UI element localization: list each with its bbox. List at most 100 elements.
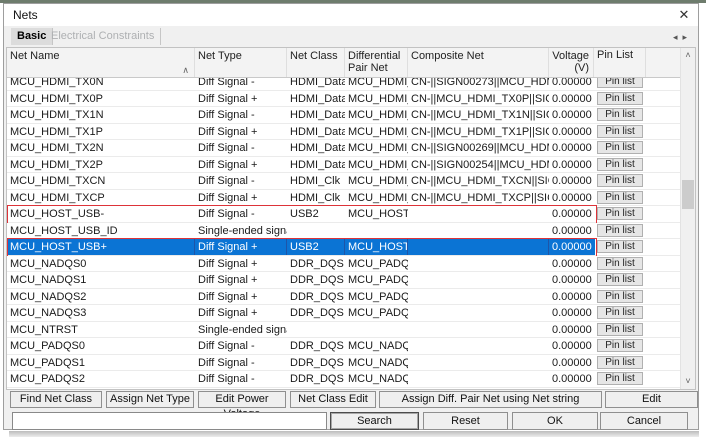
assign-net-type-button[interactable]: Assign Net Type	[106, 391, 194, 408]
close-icon[interactable]: ✕	[675, 6, 693, 24]
pin-list-button[interactable]: Pin list	[597, 207, 643, 220]
table-row[interactable]: MCU_HDMI_TX1PDiff Signal +HDMI_DataMCU_H…	[7, 124, 680, 141]
column-header-differential-pair-net[interactable]: Differential Pair Net	[345, 48, 408, 77]
cell-voltage: 0.00000	[549, 272, 594, 288]
pin-list-button[interactable]: Pin list	[597, 158, 643, 171]
cell-differential-pair-net: MCU_NADQS1	[345, 355, 408, 371]
cell-net-type: Diff Signal +	[195, 289, 287, 305]
table-row[interactable]: MCU_HDMI_TX0PDiff Signal +HDMI_DataMCU_H…	[7, 91, 680, 108]
cell-differential-pair-net: MCU_HDMI_T	[345, 78, 408, 90]
pin-list-button[interactable]: Pin list	[597, 78, 643, 88]
pin-list-button[interactable]: Pin list	[597, 290, 643, 303]
search-input[interactable]	[12, 412, 327, 430]
pin-list-button[interactable]: Pin list	[597, 372, 643, 385]
table-row[interactable]: MCU_PADQS0Diff Signal -DDR_DQSMCU_NADQS0…	[7, 338, 680, 355]
sort-ascending-icon[interactable]: ∧	[182, 64, 189, 76]
cell-net-name: MCU_NADQS3	[7, 305, 195, 321]
table-row[interactable]: MCU_HDMI_TXCNDiff Signal -HDMI_ClkMCU_HD…	[7, 173, 680, 190]
table-row[interactable]: MCU_HDMI_TX1NDiff Signal -HDMI_DataMCU_H…	[7, 107, 680, 124]
pin-list-button[interactable]: Pin list	[597, 273, 643, 286]
reset-button[interactable]: Reset	[423, 412, 508, 430]
column-header-net-name[interactable]: Net Name ∧	[7, 48, 195, 77]
table-row[interactable]: MCU_HOST_USB+Diff Signal +USB2MCU_HOST_U…	[7, 239, 680, 256]
pin-list-button[interactable]: Pin list	[597, 224, 643, 237]
tab-bar: Basic Electrical Constraints ◂▸	[4, 26, 698, 47]
table-row[interactable]: MCU_HDMI_TX2NDiff Signal -HDMI_DataMCU_H…	[7, 140, 680, 157]
cell-voltage: 0.00000	[549, 256, 594, 272]
cell-voltage: 0.00000	[549, 223, 594, 239]
column-header-voltage[interactable]: Voltage (V)	[549, 48, 594, 77]
vertical-scrollbar[interactable]: ˄ ˅	[680, 48, 695, 389]
column-header-pin-list[interactable]: Pin List	[594, 48, 646, 77]
cell-composite-net: CN-||MCU_HDMI_TX0P||SIGN002	[408, 91, 549, 107]
pin-list-button[interactable]: Pin list	[597, 257, 643, 270]
cell-net-class	[287, 322, 345, 338]
table-row[interactable]: MCU_PADQS1Diff Signal -DDR_DQSMCU_NADQS1…	[7, 355, 680, 372]
cell-composite-net: CN-||SIGN00269||MCU_HDMI_TX	[408, 140, 549, 156]
title-bar[interactable]: Nets ✕	[4, 4, 698, 26]
table-row[interactable]: MCU_HDMI_TXCPDiff Signal +HDMI_ClkMCU_HD…	[7, 190, 680, 207]
cell-differential-pair-net: MCU_HDMI_T	[345, 124, 408, 140]
pin-list-button[interactable]: Pin list	[597, 174, 643, 187]
cancel-button[interactable]: Cancel	[600, 412, 688, 430]
cell-pin-list: Pin list	[594, 157, 646, 173]
scroll-down-icon[interactable]: ˅	[681, 374, 695, 389]
table-row[interactable]: MCU_PADQS2Diff Signal -DDR_DQSMCU_NADQS2…	[7, 371, 680, 388]
table-row[interactable]: MCU_NTRSTSingle-ended signal0.00000Pin l…	[7, 322, 680, 339]
net-class-edit-button[interactable]: Net Class Edit	[290, 391, 376, 408]
cell-differential-pair-net: MCU_HDMI_T	[345, 173, 408, 189]
cell-pin-list: Pin list	[594, 206, 646, 222]
cell-composite-net	[408, 338, 549, 354]
tab-next-icon[interactable]: ▸	[682, 32, 692, 42]
table-row[interactable]: MCU_NADQS3Diff Signal +DDR_DQSMCU_PADQS3…	[7, 305, 680, 322]
table-row[interactable]: MCU_NADQS1Diff Signal +DDR_DQSMCU_PADQS1…	[7, 272, 680, 289]
table-row[interactable]: MCU_HDMI_TX0NDiff Signal -HDMI_DataMCU_H…	[7, 78, 680, 91]
tab-scroll-arrows[interactable]: ◂▸	[673, 32, 692, 43]
cell-net-type: Diff Signal -	[195, 355, 287, 371]
cell-differential-pair-net: MCU_NADQS2	[345, 371, 408, 387]
edit-power-voltage-button[interactable]: Edit Power Voltage	[198, 391, 286, 408]
table-row[interactable]: MCU_NADQS0Diff Signal +DDR_DQSMCU_PADQS0…	[7, 256, 680, 273]
scrollbar-thumb[interactable]	[682, 180, 694, 209]
pin-list-button[interactable]: Pin list	[597, 125, 643, 138]
cell-voltage: 0.00000	[549, 305, 594, 321]
cell-filler	[646, 223, 680, 239]
pin-list-button[interactable]: Pin list	[597, 356, 643, 369]
pin-list-button[interactable]: Pin list	[597, 306, 643, 319]
pin-list-button[interactable]: Pin list	[597, 108, 643, 121]
table-row[interactable]: MCU_HDMI_TX2PDiff Signal +HDMI_DataMCU_H…	[7, 157, 680, 174]
cell-net-name: MCU_HDMI_TX2P	[7, 157, 195, 173]
pin-list-button[interactable]: Pin list	[597, 339, 643, 352]
table-row[interactable]: MCU_HOST_USB-Diff Signal -USB2MCU_HOST_U…	[7, 206, 680, 223]
assign-diff-pair-net-button[interactable]: Assign Diff. Pair Net using Net string	[379, 391, 602, 408]
edit-button[interactable]: Edit	[605, 391, 698, 408]
find-net-class-button[interactable]: Find Net Class	[10, 391, 102, 408]
table-row[interactable]: MCU_NADQS2Diff Signal +DDR_DQSMCU_PADQS2…	[7, 289, 680, 306]
table-row[interactable]: MCU_HOST_USB_IDSingle-ended signal0.0000…	[7, 223, 680, 240]
cell-voltage: 0.00000	[549, 91, 594, 107]
pin-list-button[interactable]: Pin list	[597, 323, 643, 336]
cell-differential-pair-net: MCU_PADQS3	[345, 305, 408, 321]
cell-net-type: Diff Signal -	[195, 371, 287, 387]
cell-net-type: Diff Signal +	[195, 272, 287, 288]
cell-pin-list: Pin list	[594, 338, 646, 354]
cell-composite-net	[408, 355, 549, 371]
cell-filler	[646, 256, 680, 272]
pin-list-button[interactable]: Pin list	[597, 240, 643, 253]
ok-button[interactable]: OK	[512, 412, 598, 430]
column-header-composite-net[interactable]: Composite Net	[408, 48, 549, 77]
pin-list-button[interactable]: Pin list	[597, 191, 643, 204]
nets-table: Net Name ∧ Net Type Net Class Differenti…	[6, 47, 696, 390]
scroll-up-icon[interactable]: ˄	[681, 48, 695, 63]
cell-net-type: Diff Signal +	[195, 157, 287, 173]
search-button[interactable]: Search	[330, 412, 419, 430]
cell-net-name: MCU_HOST_USB+	[7, 239, 195, 255]
pin-list-button[interactable]: Pin list	[597, 141, 643, 154]
pin-list-button[interactable]: Pin list	[597, 92, 643, 105]
cell-net-class: HDMI_Clk	[287, 190, 345, 206]
column-header-net-class[interactable]: Net Class	[287, 48, 345, 77]
cell-differential-pair-net: MCU_HDMI_T	[345, 190, 408, 206]
column-header-net-type[interactable]: Net Type	[195, 48, 287, 77]
cell-filler	[646, 305, 680, 321]
cell-differential-pair-net: MCU_PADQS0	[345, 256, 408, 272]
